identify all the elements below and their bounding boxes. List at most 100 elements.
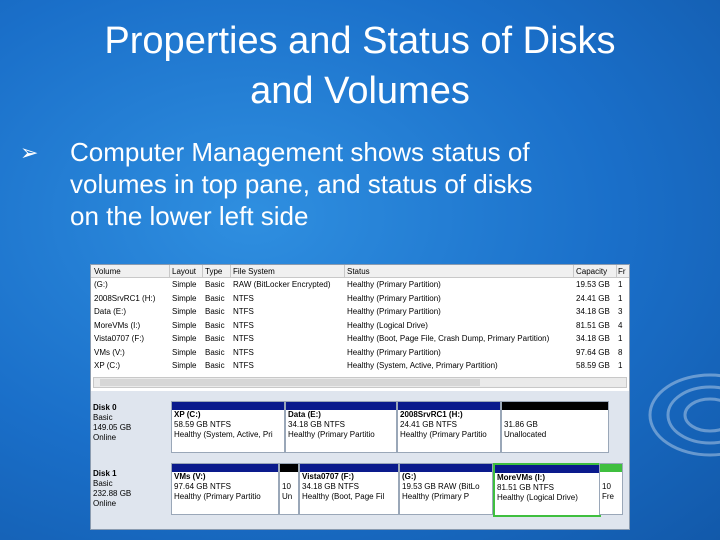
column-header-volume[interactable]: Volume [94, 267, 121, 276]
partition-color-bar [172, 464, 278, 472]
partition-box[interactable]: 31.86 GB Unallocated [501, 401, 609, 453]
volume-list-header: Volume Layout Type File System Status Ca… [91, 265, 629, 278]
volume-row[interactable]: MoreVMs (I:) Simple Basic NTFS Healthy (Logi… [91, 320, 629, 331]
partition-name: Vista0707 (F:) [302, 472, 354, 481]
partition-status: Healthy (Boot, Page Fil [302, 492, 385, 501]
volume-row[interactable]: 2008SrvRC1 (H:) Simple Basic NTFS Healthy (P… [91, 293, 629, 304]
column-header-type[interactable]: Type [205, 267, 222, 276]
partition-box[interactable]: (G:) 19.53 GB RAW (BitLo Healthy (Primary … [399, 463, 493, 515]
volume-cell: 24.41 GB [576, 293, 610, 303]
disk-type: Basic [93, 479, 113, 488]
volume-cell: 19.53 GB [576, 280, 610, 289]
volume-row[interactable]: XP (C:) Simple Basic NTFS Healthy (System, A… [91, 360, 629, 371]
partition-color-bar [280, 464, 298, 472]
partition-color-bar [300, 464, 398, 472]
bullet-line: on the lower left side [70, 201, 309, 231]
volume-cell: 97.64 GB [576, 347, 610, 357]
partition-color-bar [502, 402, 608, 410]
volume-cell: 34.18 GB [576, 307, 610, 316]
disk-size: 232.88 GB [93, 489, 132, 498]
volume-cell: Basic [205, 293, 225, 303]
partition-size: 24.41 GB NTFS [400, 420, 457, 429]
bullet-line: Computer Management shows status of [70, 137, 530, 167]
volume-cell: Simple [172, 307, 197, 316]
partition-name [280, 472, 298, 482]
volume-row[interactable]: (G:) Simple Basic RAW (BitLocker Encrypted)… [91, 279, 629, 290]
column-header-free[interactable]: Fr [618, 267, 626, 276]
partition-status: Healthy (Primary P [402, 492, 470, 501]
partition-status: Healthy (Primary Partitio [174, 492, 261, 501]
bullet-line: volumes in top pane, and status of disks [70, 169, 533, 199]
volume-cell: Simple [172, 334, 197, 343]
partition-box[interactable]: XP (C:) 58.59 GB NTFS Healthy (System, Act… [171, 401, 285, 453]
volume-cell: Healthy (Primary Partition) [347, 307, 441, 316]
partition-box[interactable]: VMs (V:) 97.64 GB NTFS Healthy (Primary Pa… [171, 463, 279, 515]
partition-box[interactable]: 10 Un [279, 463, 299, 515]
volume-cell: XP (C:) [94, 361, 121, 370]
volume-cell: Data (E:) [94, 307, 127, 316]
partition-size: 34.18 GB NTFS [288, 420, 345, 429]
volume-cell: 4 [618, 320, 623, 330]
volume-cell: 1 [618, 293, 623, 303]
partition-size: 19.53 GB RAW (BitLo [402, 482, 480, 491]
column-header-capacity[interactable]: Capacity [576, 267, 607, 276]
disk-type: Basic [93, 413, 113, 422]
volume-cell: 58.59 GB [576, 361, 610, 370]
partition-size: 81.51 GB NTFS [497, 483, 554, 492]
partition-box[interactable]: Data (E:) 34.18 GB NTFS Healthy (Primary P… [285, 401, 397, 453]
partition-color-bar [172, 402, 284, 410]
horizontal-scrollbar[interactable] [93, 377, 627, 388]
partition-size: 58.59 GB NTFS [174, 420, 231, 429]
partition-name: Data (E:) [288, 410, 321, 419]
partition-status: Healthy (Primary Partitio [288, 430, 375, 439]
volume-cell: RAW (BitLocker Encrypted) [233, 280, 331, 289]
volume-cell: Simple [172, 280, 197, 289]
slide-title-line1: Properties and Status of Disks [104, 20, 616, 62]
partition-box[interactable]: 2008SrvRC1 (H:) 24.41 GB NTFS Healthy (Pri… [397, 401, 501, 453]
partition-box[interactable]: 10 Fre [599, 463, 623, 515]
volume-cell: NTFS [233, 361, 254, 370]
disk-name: Disk 0 [93, 403, 117, 412]
partition-name: VMs (V:) [174, 472, 206, 481]
bullet-text: Computer Management shows status of volu… [70, 136, 690, 232]
volume-cell: 1 [618, 361, 623, 370]
partition-name: MoreVMs (I:) [497, 473, 545, 482]
disk-graphical-view: Disk 0 Basic 149.05 GB Online Disk 1 Bas… [91, 391, 629, 529]
volume-cell: Basic [205, 280, 225, 289]
volume-cell: MoreVMs (I:) [94, 320, 141, 330]
partition-name [502, 410, 608, 420]
disk-status: Online [93, 433, 117, 442]
disk-1-label[interactable]: Disk 1 Basic 232.88 GB Online [93, 469, 168, 509]
volume-row[interactable]: VMs (V:) Simple Basic NTFS Healthy (Primary … [91, 347, 629, 358]
partition-size: 10 [602, 482, 611, 491]
partition-status: Healthy (Primary Partitio [400, 430, 487, 439]
volume-row[interactable]: Data (E:) Simple Basic NTFS Healthy (Primary… [91, 306, 629, 317]
partition-status: Fre [602, 492, 614, 501]
scrollbar-thumb[interactable] [100, 379, 480, 386]
disk-size: 149.05 GB [93, 423, 132, 432]
volume-row[interactable]: Vista0707 (F:) Simple Basic NTFS Healthy (Bo… [91, 333, 629, 344]
partition-size: 31.86 GB [504, 420, 538, 429]
volume-cell: 34.18 GB [576, 334, 610, 343]
slide-title: Properties and Status of Disks and Volum… [0, 16, 720, 116]
partition-color-bar [400, 464, 492, 472]
partition-name: 2008SrvRC1 (H:) [400, 410, 463, 419]
volume-cell: VMs (V:) [94, 347, 125, 357]
column-header-status[interactable]: Status [347, 267, 370, 276]
disk-0-label[interactable]: Disk 0 Basic 149.05 GB Online [93, 403, 168, 443]
volume-cell: 2008SrvRC1 (H:) [94, 293, 156, 303]
column-header-file-system[interactable]: File System [233, 267, 275, 276]
column-header-layout[interactable]: Layout [172, 267, 196, 276]
volume-cell: 1 [618, 334, 623, 343]
partition-box[interactable]: Vista0707 (F:) 34.18 GB NTFS Healthy (Boot… [299, 463, 399, 515]
volume-cell: Healthy (Primary Partition) [347, 293, 441, 303]
volume-cell: 3 [618, 307, 623, 316]
partition-name [600, 472, 622, 482]
ripple-decoration [648, 373, 720, 457]
partition-box[interactable]: MoreVMs (I:) 81.51 GB NTFS Healthy (Logica… [493, 463, 601, 517]
volume-cell: Basic [205, 320, 225, 330]
volume-cell: Simple [172, 320, 197, 330]
partition-status: Un [282, 492, 293, 501]
disk-name: Disk 1 [93, 469, 117, 478]
volume-cell: Healthy (System, Active, Primary Partiti… [347, 361, 498, 370]
